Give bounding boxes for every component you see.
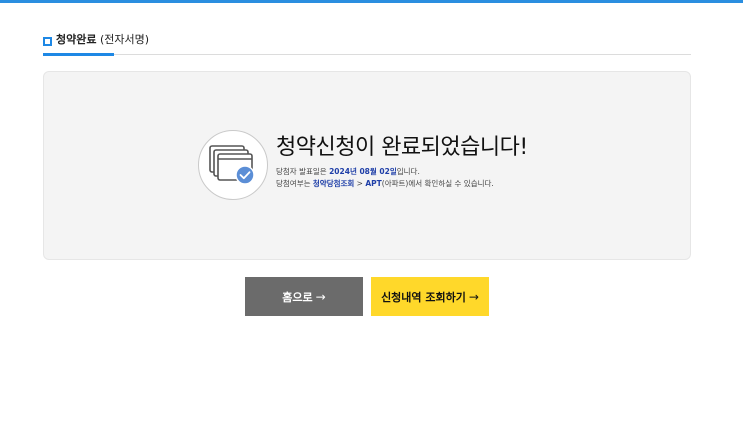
- menu-path-apt: APT: [365, 179, 382, 188]
- result-check-prefix: 당첨여부는: [276, 179, 313, 188]
- section-title-main: 청약완료: [56, 33, 97, 46]
- home-button-label: 홈으로: [282, 290, 313, 304]
- application-history-button[interactable]: 신청내역 조회하기 →: [371, 277, 489, 316]
- menu-path-separator: >: [354, 179, 366, 188]
- home-button[interactable]: 홈으로 →: [245, 277, 363, 316]
- section-title: 청약완료 (전자서명): [56, 33, 149, 46]
- result-check-line: 당첨여부는 청약당첨조회 > APT(아파트)에서 확인하실 수 있습니다.: [276, 178, 528, 190]
- completion-headline: 청약신청이 완료되었습니다!: [276, 135, 528, 160]
- arrow-right-icon: →: [468, 289, 479, 304]
- completion-message: 청약신청이 완료되었습니다! 당첨자 발표일은 2024년 08월 02일입니다…: [276, 134, 528, 190]
- completion-panel: 청약신청이 완료되었습니다! 당첨자 발표일은 2024년 08월 02일입니다…: [43, 71, 691, 260]
- announcement-suffix: 입니다.: [396, 167, 420, 176]
- menu-path-winner-lookup: 청약당첨조회: [312, 179, 355, 188]
- announcement-date-line: 당첨자 발표일은 2024년 08월 02일입니다.: [276, 166, 528, 178]
- result-check-suffix: 에서 확인하실 수 있습니다.: [408, 179, 494, 188]
- menu-path-apt-sub: (아파트): [381, 179, 409, 188]
- section-header: 청약완료 (전자서명): [43, 33, 691, 56]
- announcement-prefix: 당첨자 발표일은: [276, 167, 330, 176]
- square-marker-icon: [43, 37, 52, 46]
- top-accent-bar: [0, 0, 743, 3]
- arrow-right-icon: →: [315, 289, 326, 304]
- document-check-icon: [198, 130, 268, 200]
- section-title-sub: (전자서명): [99, 33, 150, 46]
- announcement-date: 2024년 08월 02일: [329, 167, 397, 176]
- application-history-label: 신청내역 조회하기: [381, 290, 466, 304]
- section-title-underline: [43, 53, 114, 56]
